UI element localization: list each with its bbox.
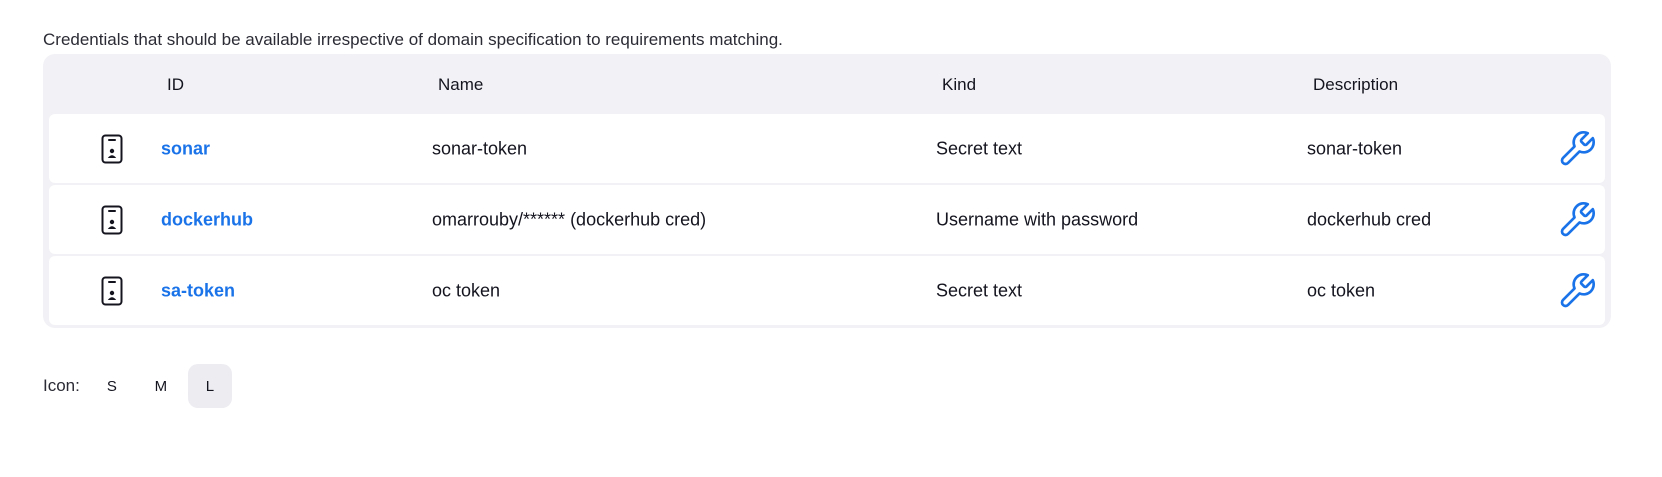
table-row: sa-token oc token Secret text oc token xyxy=(49,256,1605,325)
credential-kind: Username with password xyxy=(936,209,1139,229)
credential-name: sonar-token xyxy=(432,138,528,158)
credential-name: oc token xyxy=(432,280,501,300)
credential-card-icon xyxy=(101,205,123,235)
credential-name: omarrouby/****** (dockerhub cred) xyxy=(432,209,707,229)
header-description: Description xyxy=(1313,75,1399,94)
credential-kind: Secret text xyxy=(936,280,1023,300)
table-row: dockerhub omarrouby/****** (dockerhub cr… xyxy=(49,185,1605,254)
header-kind: Kind xyxy=(942,75,977,94)
credential-kind: Secret text xyxy=(936,138,1023,158)
icon-size-label: Icon: xyxy=(43,376,80,395)
credential-id-link[interactable]: sonar xyxy=(161,138,210,159)
wrench-icon[interactable] xyxy=(1557,271,1597,311)
credential-card-icon xyxy=(101,134,123,164)
credential-card-icon xyxy=(101,276,123,306)
icon-size-selector: Icon: S M L xyxy=(43,363,237,409)
table-header: ID Name Kind Description xyxy=(49,54,1605,114)
credential-description: dockerhub cred xyxy=(1307,209,1432,229)
header-id: ID xyxy=(167,75,184,94)
table-row: sonar sonar-token Secret text sonar-toke… xyxy=(49,114,1605,183)
wrench-icon[interactable] xyxy=(1557,200,1597,240)
section-description: Credentials that should be available irr… xyxy=(43,30,783,49)
icon-size-small-button[interactable]: S xyxy=(90,364,134,408)
credentials-table: ID Name Kind Description sonar sonar-tok… xyxy=(43,54,1611,328)
header-name: Name xyxy=(438,75,484,94)
credential-id-link[interactable]: dockerhub xyxy=(161,209,253,230)
wrench-icon[interactable] xyxy=(1557,129,1597,169)
credential-description: oc token xyxy=(1307,280,1376,300)
icon-size-large-button[interactable]: L xyxy=(187,364,232,408)
credential-description: sonar-token xyxy=(1307,138,1403,158)
icon-size-medium-button[interactable]: M xyxy=(139,364,183,408)
credential-id-link[interactable]: sa-token xyxy=(161,280,235,301)
